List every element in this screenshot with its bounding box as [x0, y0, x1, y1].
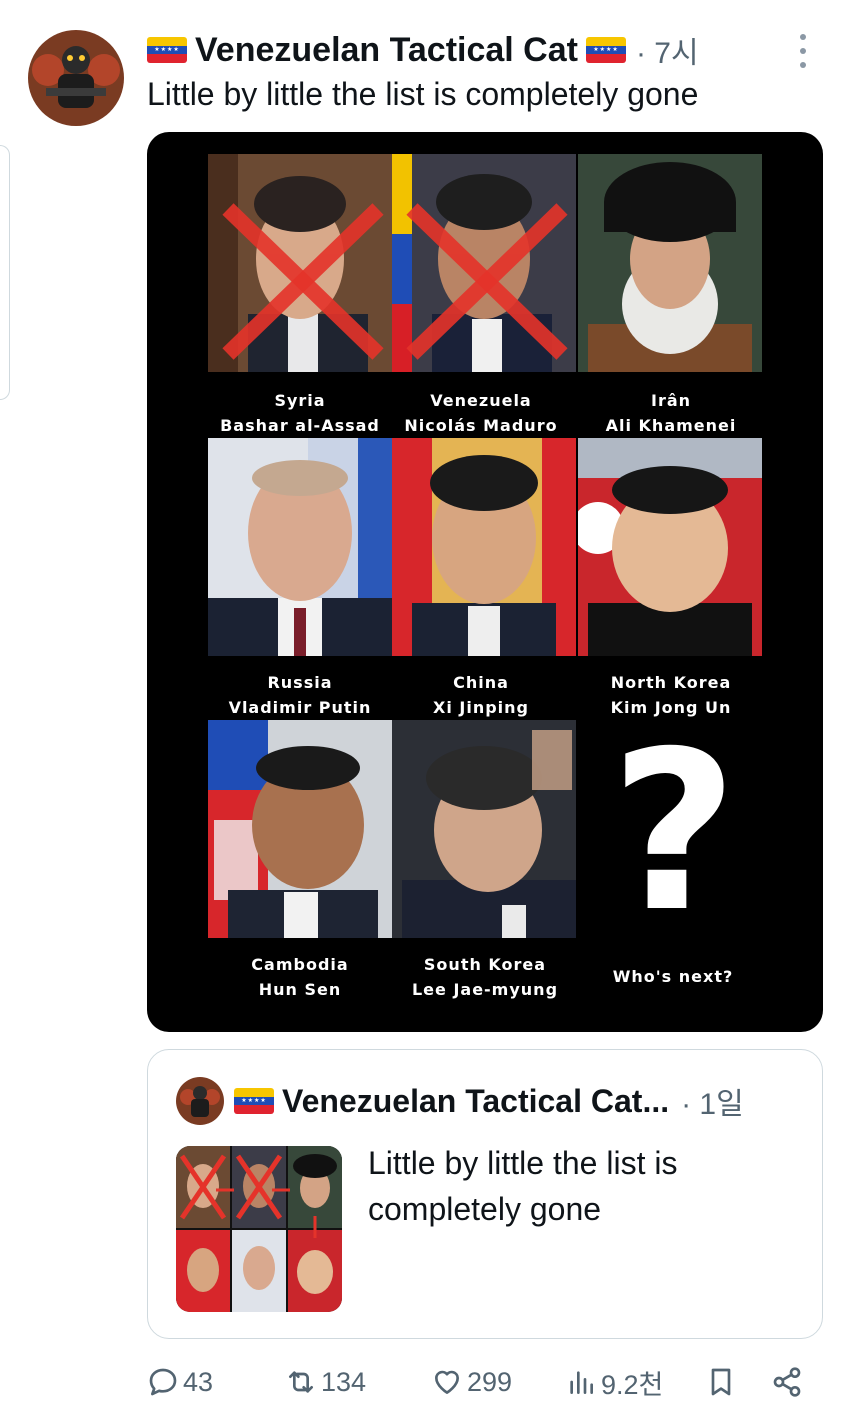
panel-caption: Russia Vladimir Putin [228, 673, 372, 717]
like-count: 299 [467, 1366, 513, 1397]
photo-panel-6 [578, 438, 762, 656]
photo-panel-2 [392, 154, 576, 372]
quoted-author-display-name: Venezuelan Tactical Cat... [282, 1082, 670, 1119]
tweet-text: Little by little the list is completely … [147, 76, 699, 112]
repost-button[interactable]: 134 [285, 1356, 366, 1408]
author-display-name[interactable]: Venezuelan Tactical Cat [195, 31, 578, 70]
tweet-timestamp[interactable]: · 7시 [636, 28, 699, 72]
views-count: 9.2천 [601, 1369, 664, 1400]
quoted-tweet-timestamp: · 1일 [681, 1088, 744, 1121]
question-mark: ? [610, 704, 738, 960]
panel-caption: South Korea Lee Jae-myung [411, 955, 559, 999]
repost-count: 134 [321, 1366, 367, 1397]
quoted-tweet-header: ★★★★ Venezuelan Tactical Cat... · 1일 [234, 1080, 744, 1122]
venezuela-flag-icon: ★★★★ [147, 37, 187, 63]
panel-caption: Venezuela Nicolás Maduro [404, 391, 558, 435]
photo-panel-1 [208, 154, 392, 372]
previous-card-edge [0, 145, 10, 400]
photo-panel-7 [208, 720, 392, 938]
tweet-actions-bar: 43 134 299 9.2천 [147, 1356, 827, 1408]
quoted-author-avatar [176, 1077, 224, 1125]
photo-panel-8 [392, 720, 576, 938]
tweet-media-image[interactable]: Syria Bashar al-Assad Venezuela Nicolás Ma… [147, 132, 823, 1032]
panel-caption: Cambodia Hun Sen [251, 955, 349, 999]
venezuela-flag-icon: ★★★★ [234, 1088, 274, 1114]
more-options-icon[interactable] [795, 34, 811, 68]
heart-icon [435, 1370, 459, 1394]
tweet-header: ★★★★ Venezuelan Tactical Cat ★★★★ · 7시 [147, 28, 827, 72]
photo-panel-5 [392, 438, 576, 656]
reply-button[interactable]: 43 [147, 1356, 213, 1408]
quoted-tweet-text: Little by little the list is completely … [368, 1145, 678, 1227]
panel-caption: Syria Bashar al-Assad [220, 391, 380, 435]
bookmark-icon [711, 1368, 731, 1396]
like-button[interactable]: 299 [431, 1356, 512, 1408]
panel-caption: Who's next? [612, 967, 734, 986]
share-icon [773, 1367, 801, 1397]
views-chart-icon [570, 1371, 593, 1394]
reply-icon [149, 1368, 177, 1396]
panel-caption: China Xi Jinping [433, 673, 529, 717]
quoted-tweet-card[interactable]: ★★★★ Venezuelan Tactical Cat... · 1일 Lit… [147, 1049, 823, 1339]
repost-icon [289, 1371, 313, 1393]
author-avatar[interactable] [28, 30, 124, 126]
share-button[interactable] [771, 1356, 807, 1408]
photo-panel-3 [578, 154, 762, 372]
bookmark-button[interactable] [705, 1356, 741, 1408]
venezuela-flag-icon: ★★★★ [585, 37, 626, 63]
photo-panel-4 [208, 438, 392, 656]
reply-count: 43 [183, 1366, 214, 1397]
quoted-tweet-thumbnail [176, 1146, 342, 1312]
panel-caption: Irân Ali Khamenei [605, 391, 737, 435]
views-button[interactable]: 9.2천 [565, 1356, 663, 1408]
